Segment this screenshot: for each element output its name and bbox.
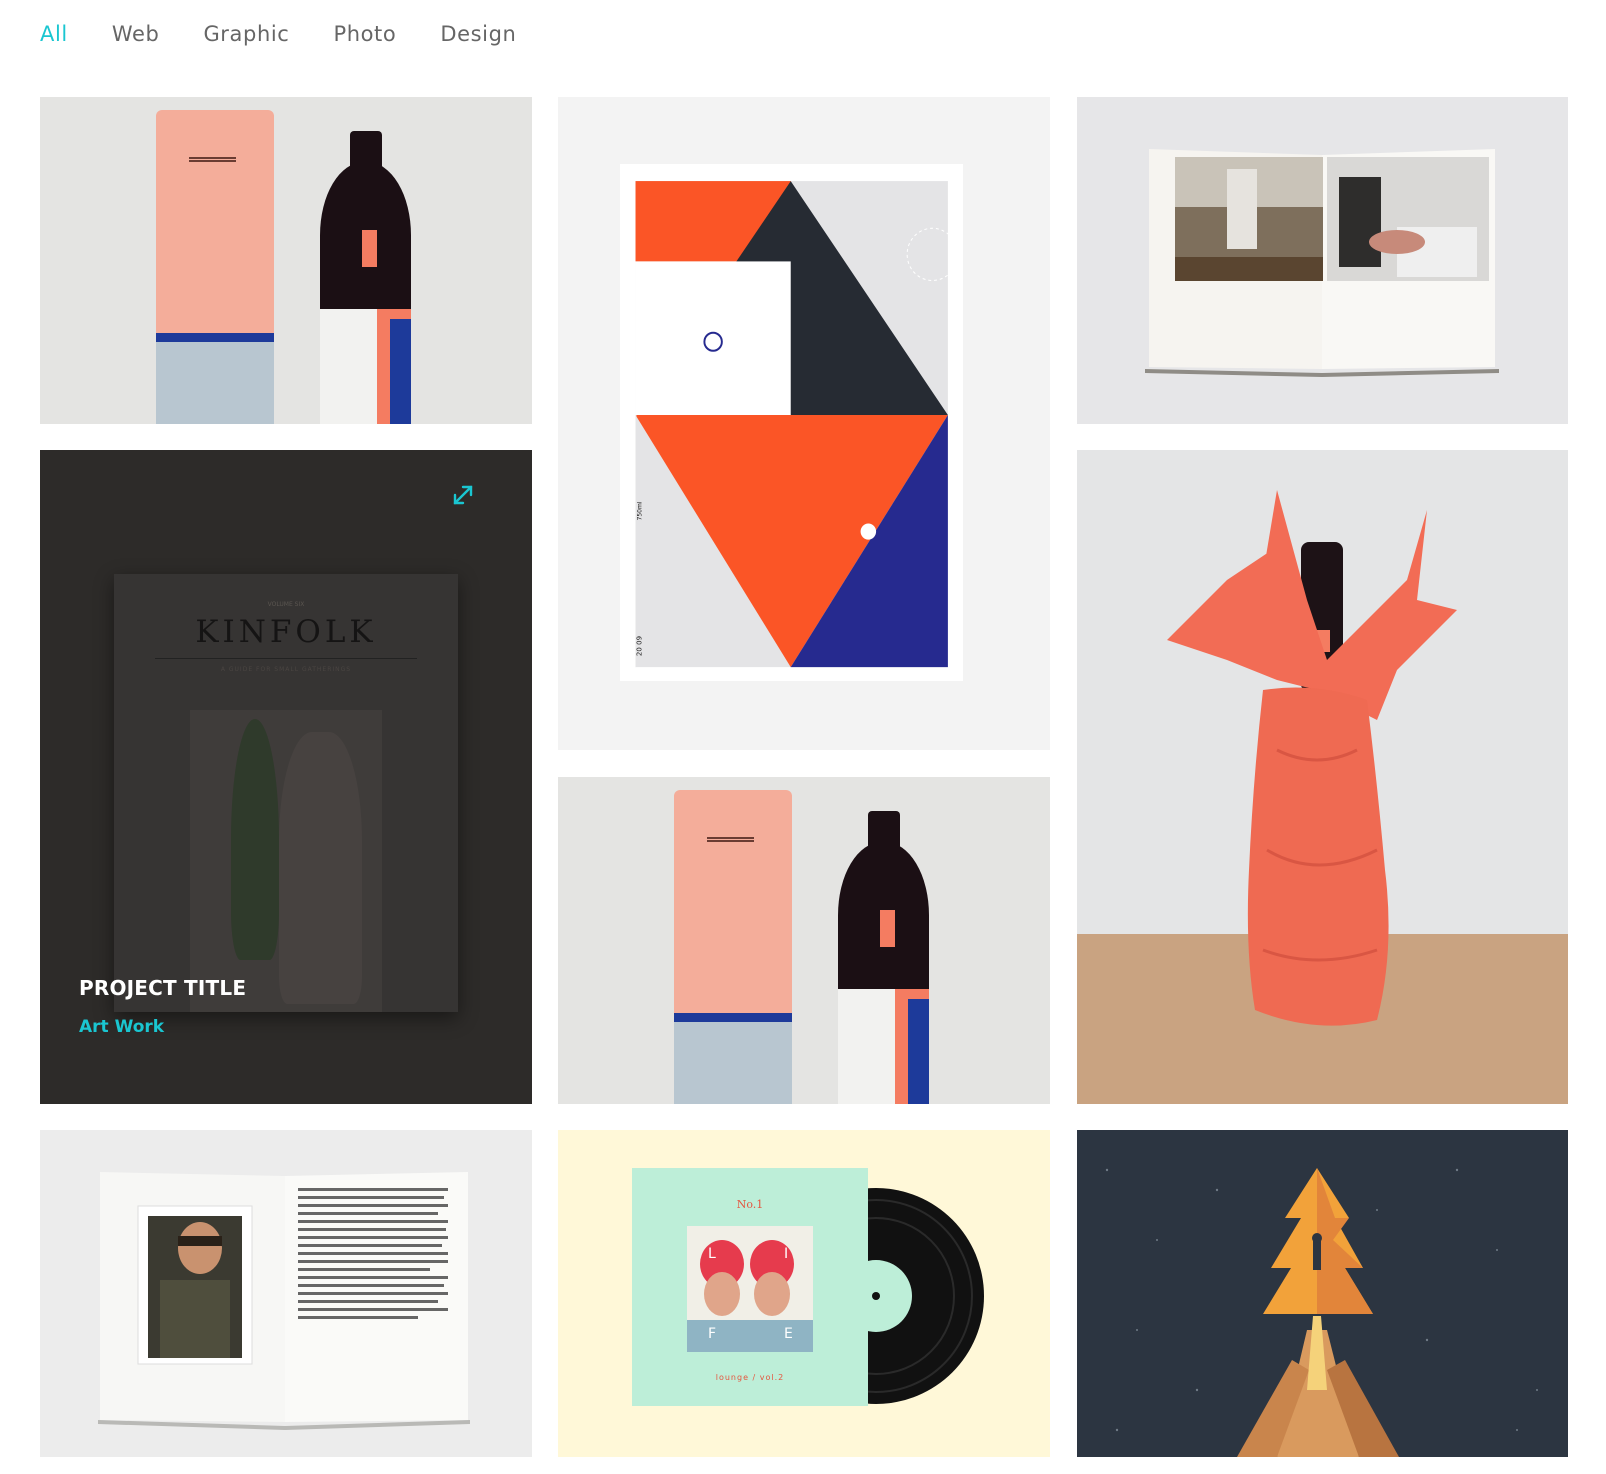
svg-text:F: F [708, 1326, 716, 1342]
magazine-volume: VOLUME SIX [267, 600, 305, 608]
kinfolk-magazine-image: VOLUME SIX KINFOLK A GUIDE FOR SMALL GAT… [113, 574, 459, 1013]
poster-year: 20 09 [635, 636, 643, 656]
kinfolk-tile[interactable]: VOLUME SIX KINFOLK A GUIDE FOR SMALL GAT… [40, 450, 532, 1104]
magazine-spread-tile[interactable] [40, 1130, 532, 1457]
filter-web[interactable]: Web [112, 22, 160, 46]
magazine-spread-image [98, 1172, 470, 1430]
svg-text:E: E [784, 1326, 793, 1342]
magazine-title: KINFOLK [195, 613, 377, 650]
vinyl-record-tile[interactable]: No.1 lounge / vol.2 L I F E [558, 1130, 1050, 1457]
filter-graphic[interactable]: Graphic [203, 22, 289, 46]
gift-tube-image [155, 110, 274, 424]
filter-bar: All Web Graphic Photo Design [40, 22, 560, 46]
photo-book-tile[interactable] [1077, 97, 1568, 424]
magazine-subtitle: A GUIDE FOR SMALL GATHERINGS [220, 666, 352, 674]
photo-book-image [1145, 149, 1499, 377]
filter-design[interactable]: Design [440, 22, 516, 46]
vinyl-record-image: No.1 lounge / vol.2 L I F E [632, 1168, 984, 1406]
wrapped-bottle-tile[interactable] [1077, 450, 1568, 1104]
gift-box-tile-2[interactable] [558, 777, 1050, 1104]
gift-box-tile[interactable] [40, 97, 532, 424]
wrapped-bottle-image [1167, 490, 1457, 1026]
wine-bottle-image [838, 811, 930, 1104]
svg-text:L: L [708, 1246, 716, 1262]
expand-icon[interactable] [452, 484, 474, 506]
filter-all[interactable]: All [40, 22, 68, 46]
christmas-tree-image [1105, 1168, 1538, 1457]
geometric-poster-tile[interactable]: 20 09 750ml [558, 97, 1050, 750]
wine-bottle-image [320, 131, 412, 424]
gift-tube-image [673, 790, 792, 1104]
filter-photo[interactable]: Photo [333, 22, 396, 46]
project-title[interactable]: PROJECT TITLE [79, 976, 246, 1000]
vinyl-heading: No.1 [737, 1198, 764, 1211]
christmas-tree-tile[interactable] [1077, 1130, 1568, 1457]
poster-image: 20 09 750ml [619, 164, 963, 682]
vinyl-caption: lounge / vol.2 [716, 1373, 785, 1382]
svg-text:I: I [784, 1246, 788, 1262]
poster-volume: 750ml [637, 501, 643, 520]
project-category[interactable]: Art Work [79, 1017, 164, 1037]
